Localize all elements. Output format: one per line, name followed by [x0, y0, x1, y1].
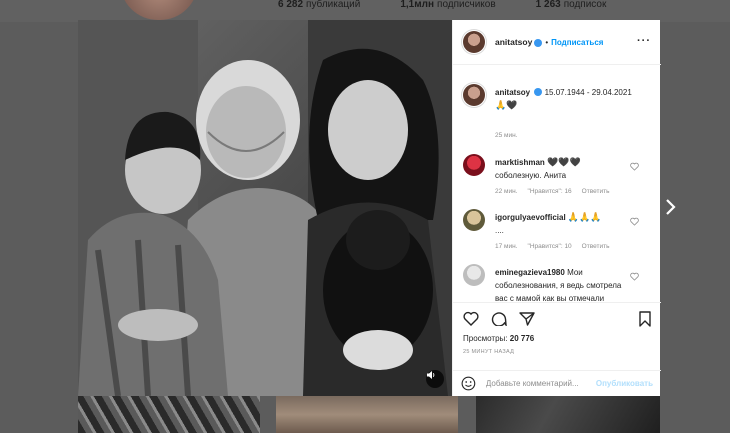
comment-bubble-icon[interactable]	[491, 311, 507, 326]
author-avatar[interactable]	[463, 84, 485, 106]
views-number: 20 776	[509, 334, 535, 343]
action-icons	[463, 311, 535, 326]
grid-thumbnail[interactable]	[276, 396, 458, 433]
stat-posts[interactable]: 6 282 публикаций	[278, 0, 360, 10]
author-username[interactable]: anitatsoy	[495, 37, 532, 47]
verified-badge-icon	[534, 39, 543, 47]
post-modal: anitatsoy • Подписаться ··· anitatsoy 15…	[78, 20, 661, 396]
like-comment-heart-icon[interactable]	[630, 272, 639, 281]
caption-emoji: 🙏🖤	[495, 100, 518, 110]
commenter-avatar[interactable]	[463, 209, 485, 231]
post-actions: Просмотры: 20 776 25 МИНУТ НАЗАД	[453, 302, 661, 370]
grid-thumbnail[interactable]	[476, 396, 660, 433]
views-count[interactable]: Просмотры: 20 776	[463, 334, 534, 343]
follow-button[interactable]: Подписаться	[551, 38, 603, 47]
next-post-arrow-icon[interactable]	[664, 196, 678, 218]
comment-username[interactable]: marktishman	[495, 158, 545, 167]
comment-username[interactable]: eminegazieva1980	[495, 268, 565, 277]
mute-toggle-button[interactable]	[426, 370, 444, 388]
comment-text: соболезную. Анита	[495, 171, 567, 180]
comment-meta: 17 мин. "Нравится": 10 Ответить	[495, 243, 609, 250]
speaker-icon	[427, 371, 435, 379]
separator-dot: •	[545, 37, 549, 47]
comment-text: ....	[495, 226, 504, 235]
caption-username[interactable]: anitatsoy	[495, 88, 530, 97]
commenter-avatar[interactable]	[463, 264, 485, 286]
comment-emoji: 🙏🙏🙏	[567, 212, 602, 222]
share-plane-icon[interactable]	[519, 311, 535, 326]
reply-button[interactable]: Ответить	[582, 188, 610, 195]
add-comment-bar: Опубликовать	[453, 370, 661, 396]
comments-list[interactable]: anitatsoy 15.07.1944 - 29.04.2021 🙏🖤 25 …	[453, 66, 661, 302]
comment-meta: 22 мин. "Нравится": 16 Ответить	[495, 188, 609, 195]
profile-stats: 6 282 публикаций 1,1млн подписчиков 1 263 п…	[278, 0, 606, 10]
comment-time: 22 мин.	[495, 188, 518, 195]
caption-body: anitatsoy 15.07.1944 - 29.04.2021 🙏🖤	[495, 86, 635, 112]
comment-body: marktishman 🖤🖤🖤 соболезную. Анита	[495, 156, 635, 182]
like-comment-heart-icon[interactable]	[630, 162, 639, 171]
publish-button[interactable]: Опубликовать	[596, 379, 653, 388]
author-avatar[interactable]	[463, 31, 485, 53]
bookmark-icon[interactable]	[638, 311, 652, 327]
more-options-icon[interactable]: ···	[637, 35, 651, 47]
views-label: Просмотры:	[463, 334, 508, 343]
comment-likes[interactable]: "Нравится": 10	[528, 243, 572, 250]
post-header: anitatsoy • Подписаться ···	[453, 20, 661, 65]
caption-meta: 25 мин.	[495, 132, 518, 139]
post-timestamp[interactable]: 25 МИНУТ НАЗАД	[463, 349, 514, 355]
like-comment-heart-icon[interactable]	[630, 217, 639, 226]
like-heart-icon[interactable]	[463, 311, 479, 326]
verified-badge-icon	[534, 88, 543, 96]
emoji-smiley-icon[interactable]	[461, 376, 476, 391]
stat-followers[interactable]: 1,1млн подписчиков	[400, 0, 495, 10]
caption-time: 25 мин.	[495, 132, 518, 139]
comment-time: 17 мин.	[495, 243, 518, 250]
comment-likes[interactable]: "Нравится": 16	[528, 188, 572, 195]
comment-username[interactable]: igorgulyaevofficial	[495, 213, 566, 222]
comment-input[interactable]	[485, 379, 596, 388]
post-sidebar: anitatsoy • Подписаться ··· anitatsoy 15…	[452, 20, 661, 396]
post-photo[interactable]	[78, 20, 452, 396]
comment-body: eminegazieva1980 Мои соболезнования, я в…	[495, 266, 625, 302]
family-photo-illustration	[78, 20, 452, 396]
comment-emoji: 🖤🖤🖤	[547, 157, 581, 167]
commenter-avatar[interactable]	[463, 154, 485, 176]
grid-thumbnail[interactable]	[78, 396, 260, 433]
reply-button[interactable]: Ответить	[582, 243, 610, 250]
comment-body: igorgulyaevofficial 🙏🙏🙏 ....	[495, 211, 635, 237]
caption-text: 15.07.1944 - 29.04.2021	[544, 88, 632, 97]
stat-following[interactable]: 1 263 подписок	[536, 0, 607, 10]
